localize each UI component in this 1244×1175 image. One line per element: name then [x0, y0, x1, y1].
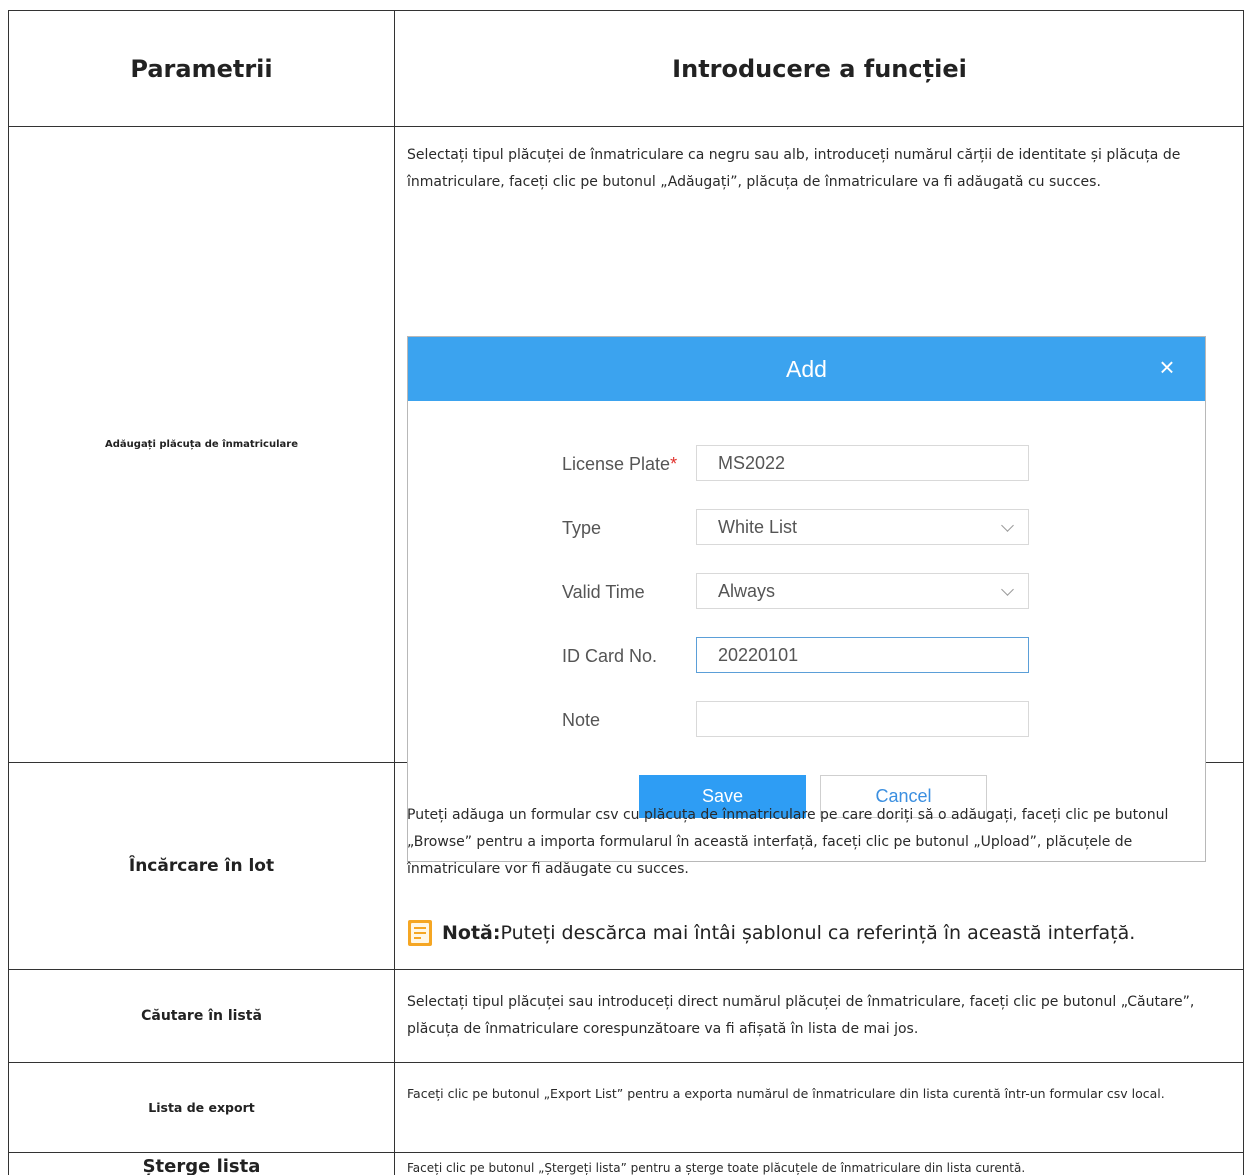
- row-description-cell: Puteți adăuga un formular csv cu plăcuța…: [396, 763, 1243, 969]
- table-row: Șterge lista Faceți clic pe butonul „Ște…: [9, 1153, 1243, 1175]
- type-select[interactable]: White List: [696, 509, 1029, 545]
- id-card-input[interactable]: 20220101: [696, 637, 1029, 673]
- note-icon: [408, 920, 432, 946]
- row-description: Selectați tipul plăcuței de înmatricular…: [407, 147, 1181, 190]
- table-row: Căutare în listă Selectați tipul plăcuțe…: [9, 970, 1243, 1063]
- license-plate-input[interactable]: MS2022: [696, 445, 1029, 481]
- note-label: Note: [562, 710, 601, 730]
- id-card-label: ID Card No.: [562, 646, 658, 666]
- note: Notă: Puteți descărca mai întâi șablonul …: [407, 919, 1135, 947]
- chevron-down-icon: [1001, 583, 1014, 596]
- header-parameters: Parametrii: [9, 11, 395, 126]
- valid-time-label: Valid Time: [562, 582, 645, 602]
- row-description-cell: Selectați tipul plăcuței sau introduceți…: [396, 970, 1243, 1062]
- valid-time-value: Always: [718, 580, 776, 601]
- type-label: Type: [562, 518, 602, 538]
- row-description: Selectați tipul plăcuței sau introduceți…: [407, 994, 1195, 1037]
- table-row: Adăugați plăcuța de înmatriculare Select…: [9, 127, 1243, 862]
- valid-time-select[interactable]: Always: [696, 573, 1029, 609]
- header-description: Introducere a funcției: [672, 54, 967, 83]
- row-name: Lista de export: [9, 1063, 395, 1152]
- row-name: Șterge lista: [9, 1153, 395, 1175]
- row-description: Faceți clic pe butonul „Export List” pen…: [407, 1086, 1165, 1101]
- license-plate-label: License Plate*: [562, 454, 678, 474]
- note-text: Puteți descărca mai întâi șablonul ca re…: [500, 922, 1136, 944]
- license-plate-value: MS2022: [718, 452, 786, 473]
- table-row: Lista de export Faceți clic pe butonul „…: [9, 1063, 1243, 1153]
- chevron-down-icon: [1001, 519, 1014, 532]
- row-description: Faceți clic pe butonul „Ștergeți lista” …: [407, 1161, 1026, 1175]
- required-icon: *: [670, 454, 678, 474]
- close-icon[interactable]: ×: [1155, 354, 1179, 380]
- table-header-row: Parametrii Introducere a funcției: [9, 11, 1243, 127]
- dialog-title: Add: [786, 355, 827, 382]
- type-value: White List: [718, 516, 798, 537]
- row-description-cell: Faceți clic pe butonul „Export List” pen…: [396, 1063, 1243, 1152]
- note-label: Notă:: [442, 922, 501, 944]
- row-description-cell: Selectați tipul plăcuței de înmatricular…: [396, 127, 1243, 862]
- row-name: Căutare în listă: [9, 970, 395, 1062]
- id-card-value: 20220101: [718, 644, 799, 665]
- row-description-cell: Faceți clic pe butonul „Ștergeți lista” …: [396, 1153, 1243, 1175]
- table-row: Încărcare în lot Puteți adăuga un formul…: [9, 763, 1243, 970]
- row-name: Adăugați plăcuța de înmatriculare: [9, 127, 395, 762]
- row-description: Puteți adăuga un formular csv cu plăcuța…: [407, 807, 1169, 877]
- row-name: Încărcare în lot: [9, 763, 395, 969]
- dialog-header: Add ×: [408, 337, 1205, 401]
- note-input[interactable]: [696, 701, 1029, 737]
- function-table: Parametrii Introducere a funcției Adăuga…: [8, 10, 1244, 1175]
